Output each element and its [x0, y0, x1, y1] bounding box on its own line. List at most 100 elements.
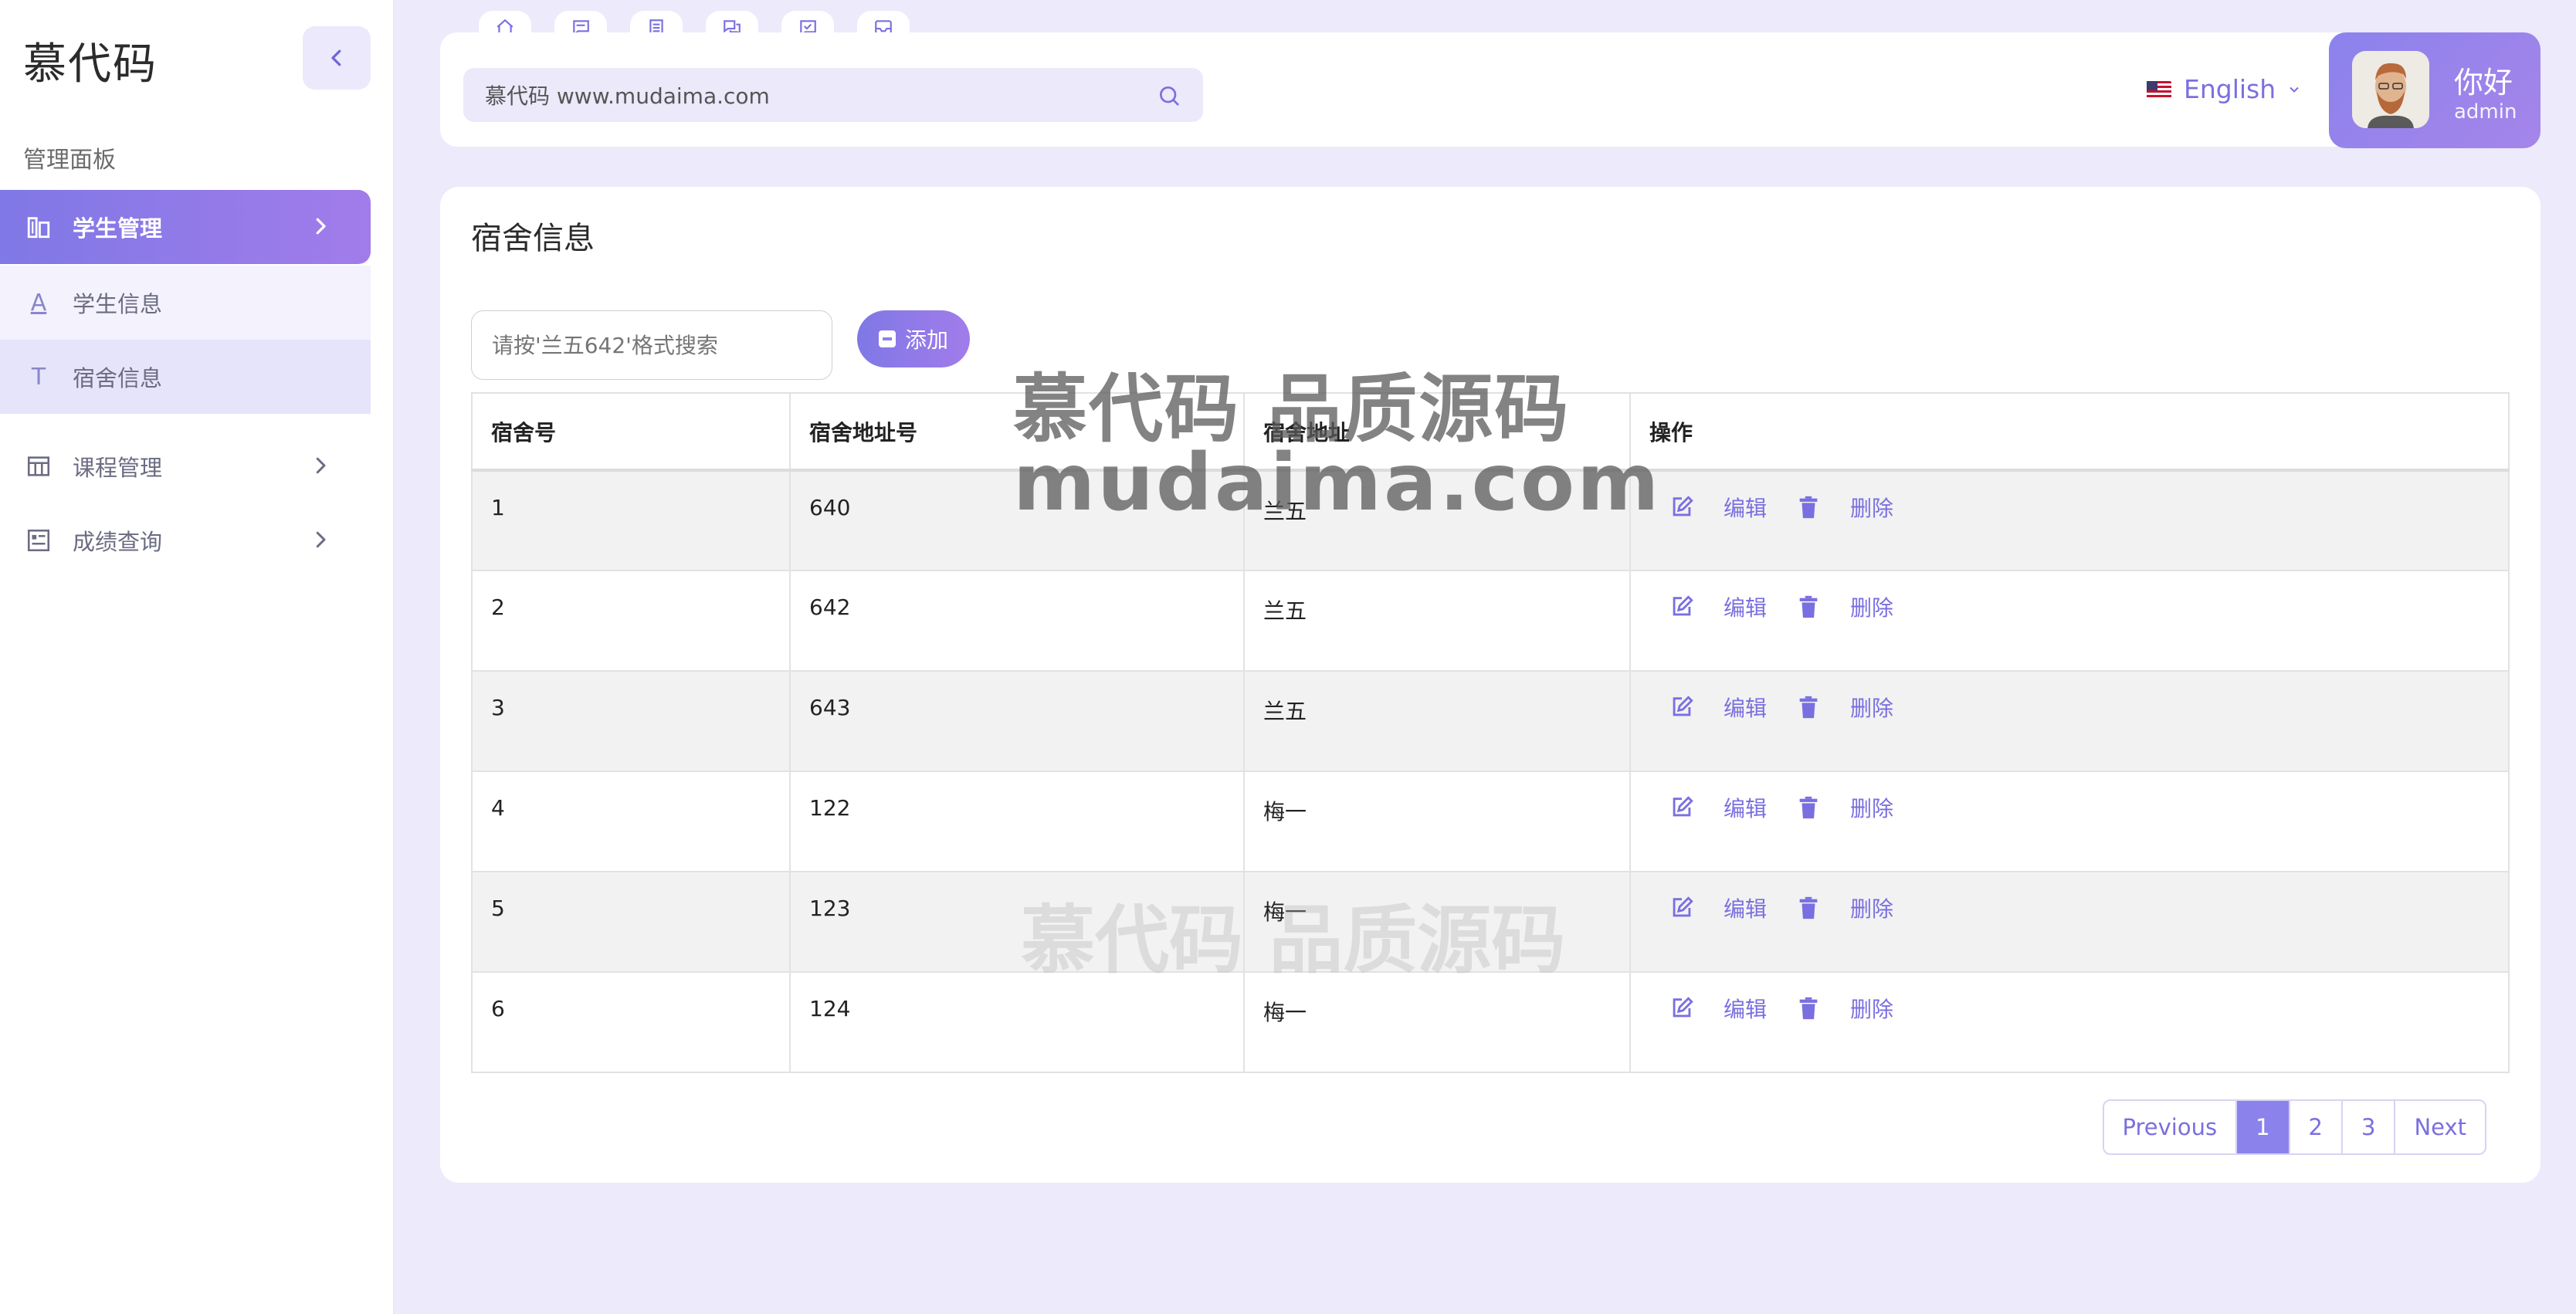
table-cell: 122 [789, 770, 1245, 872]
language-selector[interactable]: English [2147, 74, 2302, 104]
chevron-right-icon [316, 218, 326, 235]
edit-icon[interactable] [1666, 792, 1697, 823]
delete-button[interactable]: 删除 [1850, 993, 1893, 1024]
table-cell: 643 [789, 670, 1245, 772]
avatar [2352, 51, 2429, 128]
sidebar: 慕代码 管理面板 学生管理 A 学生信息 T 宿舍信息 课程管理 成绩查询 [0, 0, 394, 1314]
search-input[interactable] [471, 310, 832, 380]
table-cell: 1 [471, 469, 791, 571]
user-card[interactable]: 你好 admin [2329, 32, 2540, 148]
table-cell: 3 [471, 670, 791, 772]
table-row: 5 123 梅一 编辑 删除 [471, 871, 2510, 973]
language-label: English [2184, 74, 2276, 104]
sidebar-item-label: 成绩查询 [73, 529, 163, 555]
delete-button[interactable]: 删除 [1850, 892, 1893, 923]
edit-icon[interactable] [1666, 993, 1697, 1024]
table-cell: 梅一 [1243, 971, 1631, 1073]
add-icon [878, 330, 896, 347]
trash-icon[interactable] [1793, 692, 1824, 723]
actions-cell: 编辑 删除 [1629, 971, 2510, 1073]
table-row: 2 642 兰五 编辑 删除 [471, 570, 2510, 672]
trash-icon[interactable] [1793, 591, 1824, 622]
chevron-down-icon [2290, 86, 2299, 93]
edit-button[interactable]: 编辑 [1724, 993, 1767, 1024]
page-title: 宿舍信息 [471, 221, 595, 256]
letter-a-icon: A [30, 289, 47, 317]
table-row: 4 122 梅一 编辑 删除 [471, 770, 2510, 872]
table-header-row: 宿舍号 宿舍地址号 宿舍地址 操作 [471, 392, 2510, 472]
page-button[interactable]: 3 [2340, 1101, 2395, 1153]
table-cell: 4 [471, 770, 791, 872]
edit-button[interactable]: 编辑 [1724, 692, 1767, 723]
row-actions: 编辑 删除 [1649, 872, 2490, 923]
trash-icon[interactable] [1793, 892, 1824, 923]
sidebar-item-grade-query[interactable]: 成绩查询 [0, 503, 371, 577]
table-row: 3 643 兰五 编辑 删除 [471, 670, 2510, 772]
row-actions: 编辑 删除 [1649, 472, 2490, 523]
building-icon [25, 213, 53, 241]
edit-button[interactable]: 编辑 [1724, 892, 1767, 923]
edit-icon[interactable] [1666, 591, 1697, 622]
page-button[interactable]: 1 [2235, 1101, 2289, 1153]
user-greeting: 你好 [2454, 66, 2513, 100]
delete-button[interactable]: 删除 [1850, 692, 1893, 723]
add-button[interactable]: 添加 [857, 310, 970, 367]
actions-cell: 编辑 删除 [1629, 770, 2510, 872]
table-cell: 梅一 [1243, 871, 1631, 973]
row-actions: 编辑 删除 [1649, 672, 2490, 723]
previous-page-button[interactable]: Previous [2103, 1101, 2236, 1153]
actions-cell: 编辑 删除 [1629, 871, 2510, 973]
search-bar[interactable]: 慕代码 www.mudaima.com [463, 68, 1203, 122]
sidebar-item-label: 课程管理 [73, 455, 163, 481]
search-icon[interactable] [1157, 83, 1181, 108]
brand-logo: 慕代码 [23, 39, 158, 90]
report-icon [25, 527, 53, 554]
actions-cell: 编辑 删除 [1629, 469, 2510, 571]
table-cell: 5 [471, 871, 791, 973]
sidebar-item-dorm-info[interactable]: T 宿舍信息 [0, 340, 371, 414]
table-cell: 640 [789, 469, 1245, 571]
sidebar-item-label: 宿舍信息 [73, 365, 163, 391]
table-cell: 123 [789, 871, 1245, 973]
delete-button[interactable]: 删除 [1850, 492, 1893, 523]
chevron-right-icon [316, 531, 326, 548]
trash-icon[interactable] [1793, 792, 1824, 823]
table-cell: 6 [471, 971, 791, 1073]
dorm-table: 宿舍号 宿舍地址号 宿舍地址 操作 1 640 兰五 编辑 删除 2 642 兰五 编辑 删除 3 6… [471, 392, 2510, 1073]
sidebar-item-label: 学生管理 [73, 215, 163, 242]
search-text: 慕代码 www.mudaima.com [485, 83, 770, 109]
sidebar-item-student-management[interactable]: 学生管理 [0, 190, 371, 264]
edit-button[interactable]: 编辑 [1724, 492, 1767, 523]
main-card: 宿舍信息 添加 宿舍号 宿舍地址号 宿舍地址 操作 1640兰五编辑删除2642… [440, 187, 2540, 1183]
actions-cell: 编辑 删除 [1629, 670, 2510, 772]
row-actions: 编辑 删除 [1649, 772, 2490, 823]
column-header: 宿舍号 [471, 392, 791, 472]
delete-button[interactable]: 删除 [1850, 591, 1893, 622]
chevron-left-icon [331, 49, 341, 66]
table-row: 6 124 梅一 编辑 删除 [471, 971, 2510, 1073]
collapse-sidebar-button[interactable] [303, 26, 371, 90]
edit-button[interactable]: 编辑 [1724, 591, 1767, 622]
page-button[interactable]: 2 [2288, 1101, 2341, 1153]
sidebar-item-label: 学生信息 [73, 291, 163, 317]
next-page-button[interactable]: Next [2394, 1101, 2485, 1153]
edit-icon[interactable] [1666, 692, 1697, 723]
table-icon [25, 452, 53, 480]
section-label: 管理面板 [23, 147, 116, 174]
edit-button[interactable]: 编辑 [1724, 792, 1767, 823]
edit-icon[interactable] [1666, 492, 1697, 523]
table-row: 1 640 兰五 编辑 删除 [471, 469, 2510, 571]
delete-button[interactable]: 删除 [1850, 792, 1893, 823]
table-cell: 兰五 [1243, 670, 1631, 772]
row-actions: 编辑 删除 [1649, 973, 2490, 1024]
table-cell: 兰五 [1243, 469, 1631, 571]
row-actions: 编辑 删除 [1649, 571, 2490, 622]
table-cell: 梅一 [1243, 770, 1631, 872]
table-cell: 642 [789, 570, 1245, 672]
trash-icon[interactable] [1793, 492, 1824, 523]
table-cell: 兰五 [1243, 570, 1631, 672]
sidebar-item-course-management[interactable]: 课程管理 [0, 429, 371, 503]
sidebar-item-student-info[interactable]: A 学生信息 [0, 266, 371, 340]
edit-icon[interactable] [1666, 892, 1697, 923]
trash-icon[interactable] [1793, 993, 1824, 1024]
